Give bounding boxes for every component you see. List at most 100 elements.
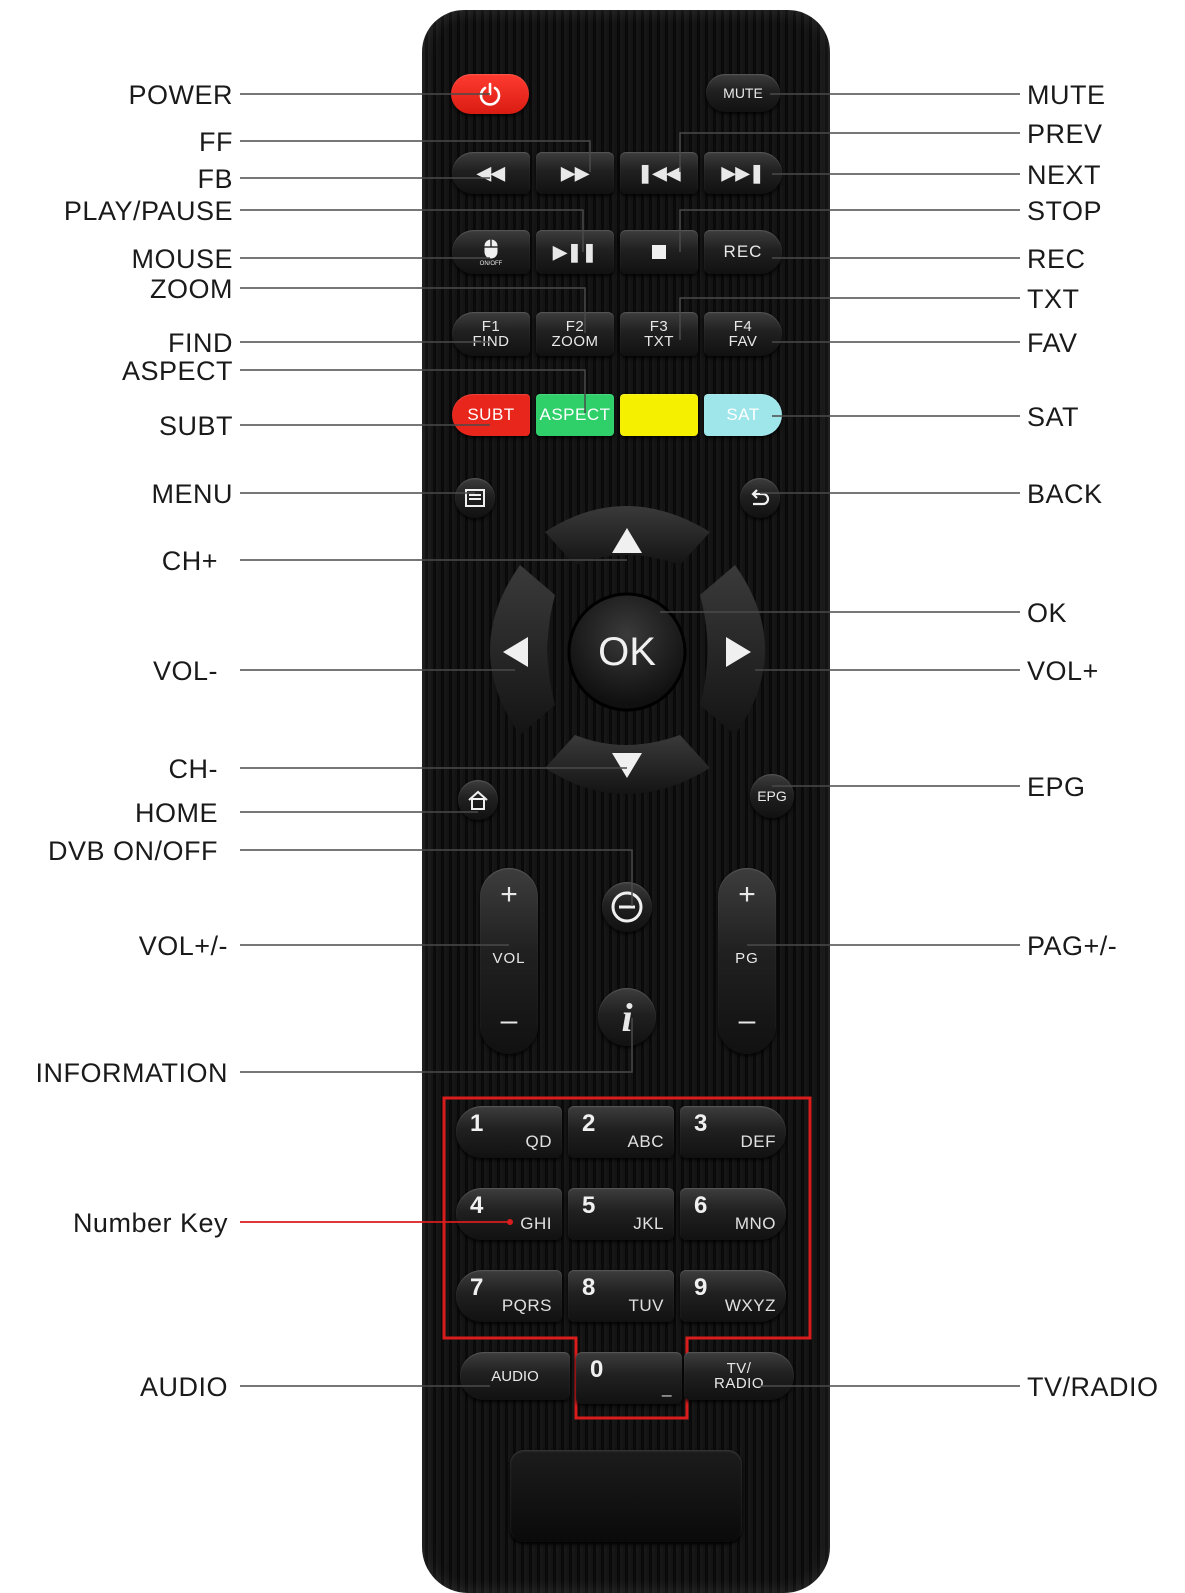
- number-key-digit: 1: [470, 1110, 484, 1137]
- fb-button[interactable]: ◀◀: [452, 152, 530, 194]
- number-key-3[interactable]: 3 DEF: [680, 1106, 786, 1158]
- ff-button[interactable]: ▶▶: [536, 152, 614, 194]
- label-vol-plus: VOL+: [1027, 656, 1099, 686]
- mouse-button[interactable]: ON/OFF: [452, 230, 530, 274]
- number-key-6[interactable]: 6 MNO: [680, 1188, 786, 1240]
- home-icon: [468, 790, 488, 810]
- mouse-sub-label: ON/OFF: [479, 260, 503, 267]
- vol-minus-sign: –: [500, 1004, 518, 1037]
- label-find: FIND: [168, 328, 233, 358]
- label-audio: AUDIO: [139, 1372, 228, 1402]
- label-fav: FAV: [1027, 328, 1078, 358]
- label-ch-minus: CH-: [168, 754, 218, 784]
- number-key-digit: 6: [694, 1192, 708, 1219]
- rec-button[interactable]: REC: [704, 230, 782, 274]
- number-key-4[interactable]: 4 GHI: [456, 1188, 562, 1240]
- audio-button[interactable]: AUDIO: [460, 1352, 570, 1400]
- label-txt: TXT: [1027, 284, 1080, 314]
- label-rec: REC: [1027, 244, 1086, 274]
- label-next: NEXT: [1027, 160, 1102, 190]
- number-key-2[interactable]: 2 ABC: [568, 1106, 674, 1158]
- label-mute: MUTE: [1027, 80, 1106, 110]
- number-key-0[interactable]: 0 _: [576, 1352, 682, 1404]
- rewind-icon: ◀◀: [477, 162, 505, 183]
- mouse-icon: [484, 239, 498, 258]
- dvb-onoff-icon: [611, 891, 643, 923]
- label-information: INFORMATION: [35, 1058, 228, 1088]
- play-pause-icon: ▶❚❚: [552, 241, 597, 262]
- play-pause-button[interactable]: ▶❚❚: [536, 230, 614, 274]
- power-icon: [479, 82, 501, 106]
- vol-rocker[interactable]: + VOL –: [480, 868, 538, 1054]
- fast-forward-icon: ▶▶: [561, 162, 589, 183]
- info-icon: i: [621, 994, 633, 1040]
- mute-button[interactable]: MUTE: [706, 74, 780, 112]
- number-key-digit: 5: [582, 1192, 596, 1219]
- number-key-8[interactable]: 8 TUV: [568, 1270, 674, 1322]
- dvb-onoff-button[interactable]: [602, 882, 652, 932]
- f1-find-button[interactable]: F1 FIND: [452, 312, 530, 356]
- label-pag-plus-minus: PAG+/-: [1027, 931, 1118, 961]
- number-key-digit: 3: [694, 1110, 708, 1137]
- ok-key-label: OK: [598, 630, 656, 674]
- yellow-button[interactable]: [620, 394, 698, 436]
- number-key-digit: 0: [590, 1356, 604, 1383]
- number-key-digit: 8: [582, 1274, 596, 1301]
- pg-plus-sign: +: [738, 878, 756, 911]
- label-play-pause: PLAY/PAUSE: [63, 196, 233, 226]
- tv-slash-label: TV/: [726, 1360, 752, 1377]
- f2-zoom-button[interactable]: F2 ZOOM: [536, 312, 614, 356]
- label-dvb-onoff: DVB ON/OFF: [47, 836, 218, 866]
- stop-button[interactable]: [620, 230, 698, 274]
- f4-fav-button[interactable]: F4 FAV: [704, 312, 782, 356]
- vol-plus-sign: +: [500, 878, 518, 911]
- pg-minus-sign: –: [738, 1004, 756, 1037]
- label-epg: EPG: [1027, 772, 1086, 802]
- number-key-digit: 9: [694, 1274, 708, 1301]
- label-number-key: Number Key: [72, 1208, 228, 1238]
- subt-red-button[interactable]: SUBT: [452, 394, 530, 436]
- info-button[interactable]: i: [598, 988, 656, 1046]
- back-button[interactable]: [740, 478, 780, 518]
- sat-cyan-button[interactable]: SAT: [704, 394, 782, 436]
- back-arrow-icon: [751, 489, 770, 506]
- f2-label: F2: [565, 318, 585, 335]
- aspect-key-label: ASPECT: [539, 405, 611, 424]
- number-key-1[interactable]: 1 QD: [456, 1106, 562, 1158]
- aspect-green-button[interactable]: ASPECT: [536, 394, 614, 436]
- epg-button[interactable]: EPG: [750, 774, 794, 818]
- power-button[interactable]: [451, 74, 529, 114]
- number-key-5[interactable]: 5 JKL: [568, 1188, 674, 1240]
- tv-radio-button[interactable]: TV/ RADIO: [684, 1352, 794, 1400]
- label-vol-plus-minus: VOL+/-: [138, 931, 228, 961]
- number-key-7[interactable]: 7 PQRS: [456, 1270, 562, 1322]
- pg-key-label: PG: [735, 949, 759, 967]
- mute-key-label: MUTE: [723, 85, 763, 101]
- txt-label: TXT: [644, 333, 674, 350]
- label-fb: FB: [197, 164, 233, 194]
- find-label: FIND: [472, 333, 510, 350]
- number-key-letters: TUV: [628, 1296, 664, 1315]
- number-key-digit: 7: [470, 1274, 484, 1301]
- number-key-letters: _: [662, 1378, 672, 1397]
- rec-key-label: REC: [723, 242, 763, 261]
- label-sat: SAT: [1027, 402, 1080, 432]
- prev-button[interactable]: ❚◀◀: [620, 152, 698, 194]
- skip-next-icon: ▶▶❚: [721, 162, 765, 183]
- zoom-label: ZOOM: [551, 333, 599, 350]
- next-button[interactable]: ▶▶❚: [704, 152, 782, 194]
- label-back: BACK: [1027, 479, 1103, 509]
- audio-key-label: AUDIO: [491, 1367, 539, 1385]
- pg-rocker[interactable]: + PG –: [718, 868, 776, 1054]
- f3-txt-button[interactable]: F3 TXT: [620, 312, 698, 356]
- menu-button[interactable]: [455, 478, 495, 518]
- home-button[interactable]: [458, 780, 498, 820]
- bottom-panel: [510, 1450, 742, 1542]
- number-key-letters: PQRS: [501, 1296, 552, 1315]
- number-key-9[interactable]: 9 WXYZ: [680, 1270, 786, 1322]
- label-subt: SUBT: [158, 411, 233, 441]
- label-tv-radio: TV/RADIO: [1027, 1372, 1159, 1402]
- epg-key-label: EPG: [757, 788, 787, 804]
- remote-control-diagram: MUTE ◀◀ ▶▶ ❚◀◀ ▶▶❚ ON/OFF ▶❚❚ REC F1 FIN…: [0, 0, 1185, 1593]
- label-mouse: MOUSE: [131, 244, 233, 274]
